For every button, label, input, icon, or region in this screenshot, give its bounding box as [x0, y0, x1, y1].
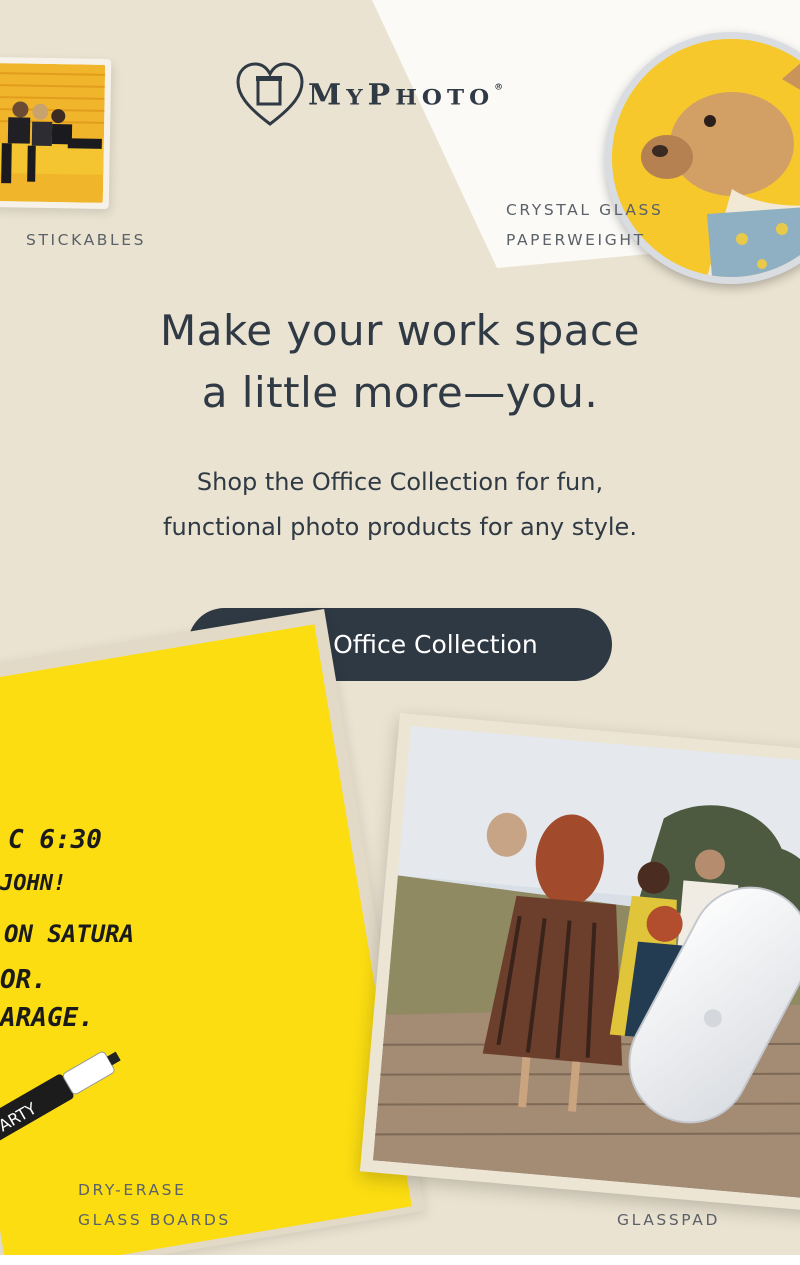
board-note-2: JOHN! [0, 871, 66, 896]
glass-boards-label: DRY-ERASE GLASS BOARDS [78, 1181, 231, 1229]
board-note-1: C 6:30 [8, 825, 102, 855]
footer-strip [0, 1255, 800, 1265]
stickable-photo [0, 63, 106, 203]
page-title: Make your work space a little more—you. [160, 306, 640, 417]
paperweight-label: CRYSTAL GLASS PAPERWEIGHT [506, 201, 664, 249]
subheading: Shop the Office Collection for fun, func… [163, 468, 637, 541]
board-note-5: ARAGE. [0, 1003, 94, 1033]
stickables-label: STICKABLES [26, 231, 147, 249]
board-note-4: OR. [0, 965, 47, 995]
brand-wordmark: MYPHOTO® [308, 78, 509, 112]
apple-mouse [628, 886, 800, 1124]
marker-icon: ARTY [0, 1051, 121, 1141]
myphoto-logo[interactable]: MYPHOTO® [236, 60, 508, 130]
stickable-photo-card[interactable] [0, 56, 112, 210]
email-banner: STICKABLES MYPHOTO® CRYSTAL GLASS PAPERW… [0, 0, 800, 1255]
heart-frame-icon [236, 62, 304, 126]
board-handwriting: C 6:30 JOHN! ON SATURA OR. ARAGE. ARTY [0, 825, 134, 1141]
glasspad-label: GLASSPAD [617, 1211, 720, 1229]
board-note-3: ON SATURA [4, 920, 134, 948]
